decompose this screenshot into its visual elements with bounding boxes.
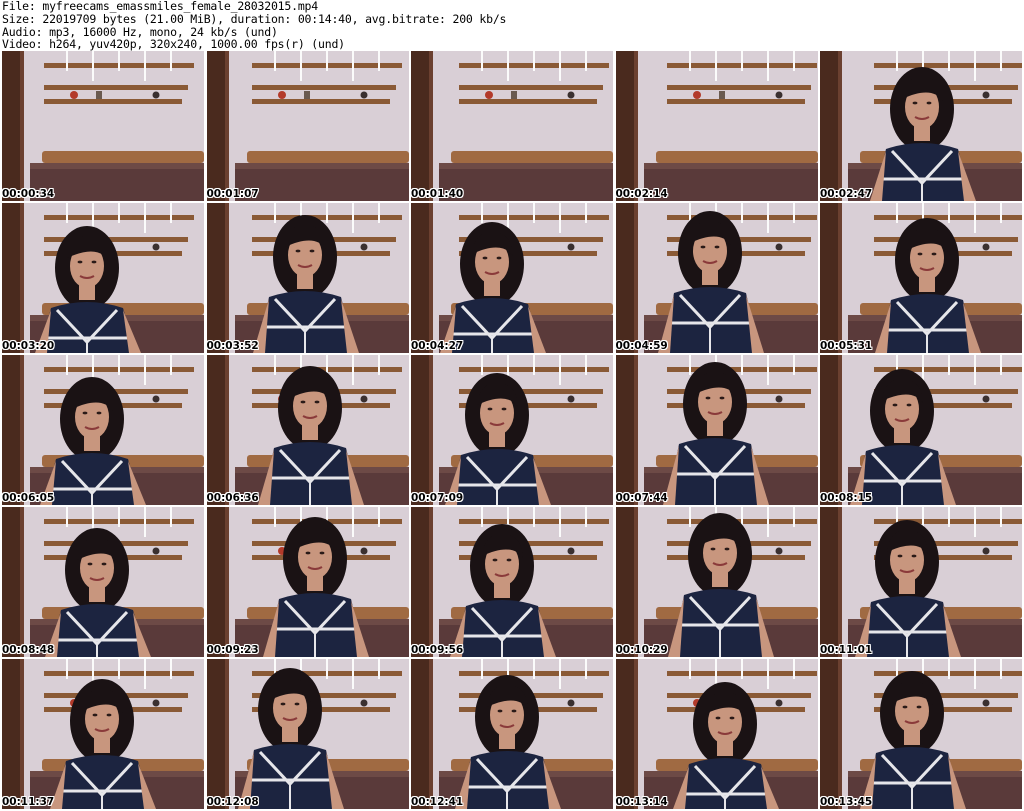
frame-image-person xyxy=(411,659,613,809)
frame-image-person xyxy=(206,507,409,657)
frame-image-person xyxy=(2,659,204,809)
timestamp-label: 00:05:31 xyxy=(820,340,873,352)
timestamp-label: 00:01:07 xyxy=(206,188,259,200)
frame-image-empty-room xyxy=(206,51,409,201)
video-thumbnail: 00:12:41 xyxy=(411,659,613,809)
video-thumbnail: 00:06:05 xyxy=(2,355,204,505)
video-thumbnail: 00:09:23 xyxy=(206,507,409,657)
video-thumbnail: 00:13:14 xyxy=(615,659,818,809)
timestamp-label: 00:02:47 xyxy=(820,188,873,200)
video-thumbnail: 00:04:59 xyxy=(615,203,818,353)
timestamp-label: 00:09:23 xyxy=(206,644,259,656)
frame-image-person xyxy=(820,659,1022,809)
frame-image-empty-room xyxy=(411,51,613,201)
video-thumbnail: 00:13:45 xyxy=(820,659,1022,809)
timestamp-label: 00:06:36 xyxy=(206,492,259,504)
video-thumbnail: 00:02:14 xyxy=(615,51,818,201)
frame-image-empty-room xyxy=(615,51,818,201)
video-thumbnail: 00:10:29 xyxy=(615,507,818,657)
video-thumbnail: 00:06:36 xyxy=(206,355,409,505)
timestamp-label: 00:08:15 xyxy=(820,492,873,504)
timestamp-label: 00:11:37 xyxy=(2,796,55,808)
frame-image-person xyxy=(615,203,818,353)
timestamp-label: 00:07:44 xyxy=(615,492,668,504)
frame-image-person xyxy=(615,355,818,505)
timestamp-label: 00:07:09 xyxy=(411,492,464,504)
timestamp-label: 00:08:48 xyxy=(2,644,55,656)
timestamp-label: 00:13:14 xyxy=(615,796,668,808)
timestamp-label: 00:00:34 xyxy=(2,188,55,200)
video-thumbnail: 00:03:20 xyxy=(2,203,204,353)
timestamp-label: 00:04:59 xyxy=(615,340,668,352)
video-thumbnail: 00:04:27 xyxy=(411,203,613,353)
timestamp-label: 00:09:56 xyxy=(411,644,464,656)
file-name-line: File: myfreecams_emassmiles_female_28032… xyxy=(2,0,319,13)
video-thumbnail: 00:11:37 xyxy=(2,659,204,809)
video-thumbnail: 00:09:56 xyxy=(411,507,613,657)
video-thumbnail: 00:01:07 xyxy=(206,51,409,201)
video-thumbnail: 00:00:34 xyxy=(2,51,204,201)
timestamp-label: 00:01:40 xyxy=(411,188,464,200)
timestamp-label: 00:11:01 xyxy=(820,644,873,656)
video-thumbnail: 00:01:40 xyxy=(411,51,613,201)
video-thumbnail: 00:08:15 xyxy=(820,355,1022,505)
video-thumbnail: 00:11:01 xyxy=(820,507,1022,657)
video-thumbnail: 00:03:52 xyxy=(206,203,409,353)
video-thumbnail: 00:07:44 xyxy=(615,355,818,505)
timestamp-label: 00:03:52 xyxy=(206,340,259,352)
video-thumbnail: 00:02:47 xyxy=(820,51,1022,201)
timestamp-label: 00:10:29 xyxy=(615,644,668,656)
video-thumbnail: 00:12:08 xyxy=(206,659,409,809)
frame-image-person xyxy=(206,659,409,809)
timestamp-label: 00:12:41 xyxy=(411,796,464,808)
frame-image-person xyxy=(2,355,204,505)
frame-image-person xyxy=(2,203,204,353)
timestamp-label: 00:12:08 xyxy=(206,796,259,808)
thumbnail-grid: 00:00:34 00:01:07 00:01:40 00:02:14 00:02:47… xyxy=(2,51,1022,809)
timestamp-label: 00:13:45 xyxy=(820,796,873,808)
frame-image-empty-room xyxy=(2,51,204,201)
frame-image-person xyxy=(820,203,1022,353)
video-thumbnail: 00:05:31 xyxy=(820,203,1022,353)
video-thumbnail: 00:08:48 xyxy=(2,507,204,657)
file-info-header: File: myfreecams_emassmiles_female_28032… xyxy=(2,0,506,51)
frame-image-person xyxy=(411,355,613,505)
timestamp-label: 00:02:14 xyxy=(615,188,668,200)
video-info-line: Video: h264, yuv420p, 320x240, 1000.00 f… xyxy=(2,37,345,52)
frame-image-person xyxy=(820,355,1022,505)
frame-image-person xyxy=(206,355,409,505)
frame-image-person xyxy=(615,507,818,657)
frame-image-person xyxy=(206,203,409,353)
timestamp-label: 00:03:20 xyxy=(2,340,55,352)
frame-image-person xyxy=(615,659,818,809)
frame-image-person xyxy=(411,507,613,657)
frame-image-person xyxy=(820,507,1022,657)
timestamp-label: 00:04:27 xyxy=(411,340,464,352)
frame-image-person xyxy=(2,507,204,657)
frame-image-person xyxy=(411,203,613,353)
timestamp-label: 00:06:05 xyxy=(2,492,55,504)
file-size-line: Size: 22019709 bytes (21.00 MiB), durati… xyxy=(2,11,507,26)
video-thumbnail: 00:07:09 xyxy=(411,355,613,505)
frame-image-person xyxy=(820,51,1022,201)
